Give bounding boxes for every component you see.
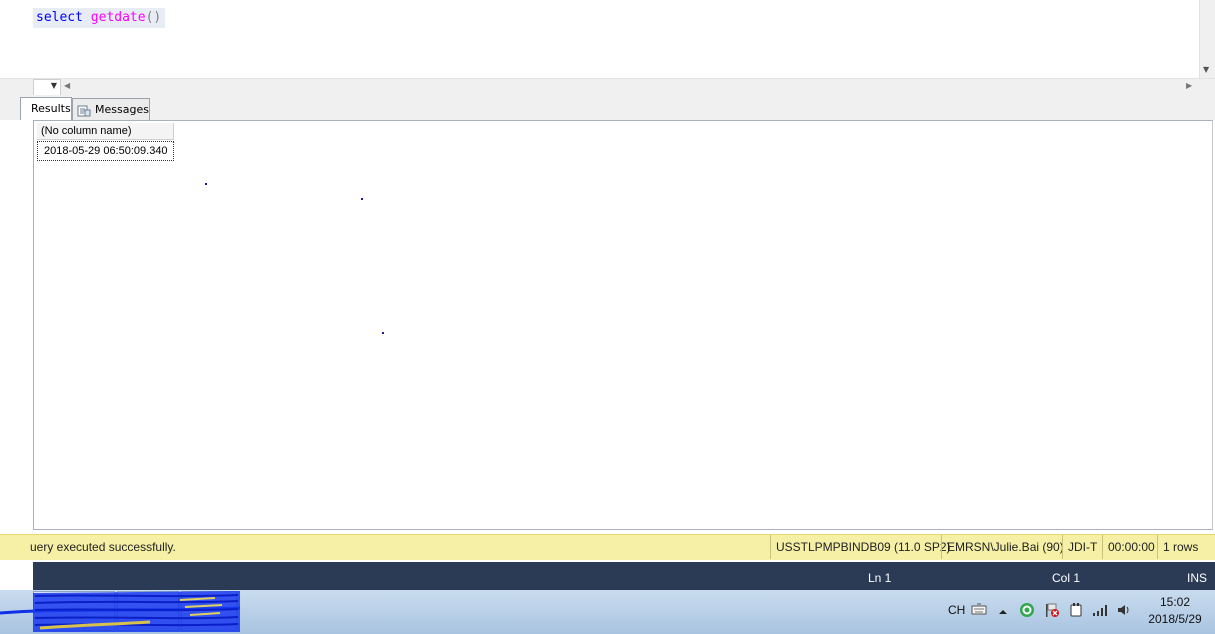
query-status-bar: uery executed successfully. USSTLPMPBIND… <box>0 534 1215 560</box>
speaker-volume-icon[interactable] <box>1116 602 1132 618</box>
status-database: JDI-T <box>1062 535 1097 559</box>
tab-results[interactable]: Results <box>20 97 72 120</box>
redaction-scribble <box>0 591 241 632</box>
results-grid[interactable]: (No column name) 2018-05-29 06:50:09.340 <box>33 120 1213 530</box>
status-message: uery executed successfully. <box>30 540 176 554</box>
editor-vertical-scrollbar[interactable]: ▼ <box>1199 0 1215 78</box>
function-getdate: getdate <box>90 10 146 25</box>
zoom-dropdown[interactable]: ▼ <box>33 79 61 96</box>
system-clock[interactable]: 15:02 2018/5/29 <box>1140 594 1210 628</box>
query-text[interactable]: select getdate() <box>33 8 166 28</box>
column-header[interactable]: (No column name) <box>37 123 174 140</box>
tab-results-label: Results <box>31 102 71 115</box>
editor-horizontal-scrollbar[interactable]: ▼ ◀ ▶ <box>0 78 1215 96</box>
network-signal-icon[interactable] <box>1092 602 1108 618</box>
scroll-right-icon[interactable]: ▶ <box>1186 81 1192 90</box>
power-plug-icon[interactable] <box>1068 602 1084 618</box>
scroll-left-icon[interactable]: ◀ <box>64 81 70 90</box>
scroll-down-icon[interactable]: ▼ <box>1203 65 1209 74</box>
result-cell[interactable]: 2018-05-29 06:50:09.340 <box>37 141 174 161</box>
query-editor[interactable]: select getdate() ▼ <box>0 0 1215 78</box>
stray-pixel <box>382 332 384 334</box>
action-center-flag-icon[interactable] <box>1044 602 1060 618</box>
chevron-down-icon: ▼ <box>50 81 57 90</box>
status-elapsed: 00:00:00 <box>1102 535 1155 559</box>
result-tabs: Results Messages <box>0 95 1215 120</box>
sync-icon[interactable] <box>1019 602 1035 618</box>
stray-pixel <box>205 183 207 185</box>
tab-messages-label: Messages <box>95 103 149 116</box>
clock-time: 15:02 <box>1159 595 1191 609</box>
clock-date: 2018/5/29 <box>1148 612 1202 626</box>
editor-position-bar: Ln 1 Col 1 INS <box>33 562 1215 590</box>
keyword-select: select <box>36 10 83 25</box>
keyboard-icon[interactable] <box>971 601 987 617</box>
status-server: USSTLPMPBINDB09 (11.0 SP2) <box>770 535 951 559</box>
status-rows: 1 rows <box>1157 535 1198 559</box>
status-user: EMRSN\Julie.Bai (90) <box>941 535 1064 559</box>
messages-icon <box>77 103 91 117</box>
input-language-indicator[interactable]: CH <box>948 590 965 630</box>
stray-pixel <box>361 198 363 200</box>
tab-messages[interactable]: Messages <box>72 98 150 120</box>
show-hidden-icons-icon[interactable] <box>997 603 1013 619</box>
function-parens: () <box>145 10 162 25</box>
